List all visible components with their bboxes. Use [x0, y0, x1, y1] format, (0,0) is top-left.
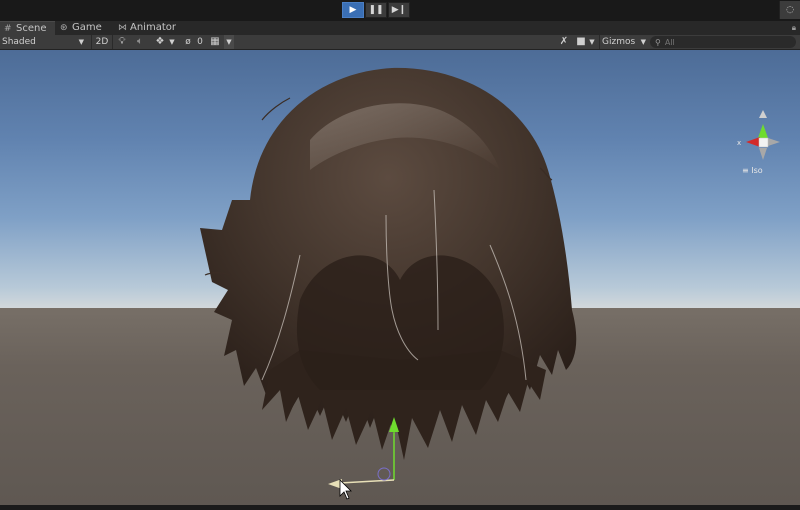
- animator-icon: ⋈: [118, 23, 127, 33]
- cloud-button[interactable]: ◌: [779, 1, 800, 19]
- grid-icon: #: [4, 24, 12, 34]
- projection-toggle[interactable]: ≡ Iso: [742, 166, 763, 175]
- scene-orientation-gizmo[interactable]: x: [728, 106, 800, 178]
- play-button[interactable]: ▶: [342, 2, 364, 18]
- gizmos-dropdown[interactable]: Gizmos ▼: [599, 35, 648, 49]
- gizmo-x-label: x: [737, 139, 741, 147]
- editor-tabs: # Scene ⊛ Game ⋈ Animator 🔒︎: [0, 21, 800, 35]
- search-icon: ⚲: [655, 37, 661, 47]
- scene-toolbar: Shaded ▼ 2D 💡︎ 🔈︎ ❖ ▼ ø 0 ▦ ▼ ✗ ■ ▼ Gizm…: [0, 35, 800, 50]
- tools-icon[interactable]: ✗: [557, 35, 571, 49]
- gizmos-label: Gizmos: [602, 37, 636, 47]
- chevron-down-icon: ▼: [640, 38, 646, 46]
- gizmo-y-cone: [758, 124, 768, 138]
- play-toolbar: ▶ ❚❚ ▶❙ ◌: [0, 0, 800, 21]
- gizmo-neg-y-cone: [759, 148, 767, 160]
- search-input[interactable]: [664, 36, 775, 48]
- hidden-objects-icon[interactable]: ø: [181, 35, 195, 49]
- scene-viewport[interactable]: x ≡ Iso: [0, 50, 800, 505]
- pause-button[interactable]: ❚❚: [365, 2, 387, 18]
- z-axis-handle: [377, 467, 391, 481]
- play-icon: ▶: [349, 5, 357, 15]
- hidden-objects-count: 0: [197, 37, 203, 47]
- scene-search[interactable]: ⚲: [650, 36, 796, 48]
- tab-game[interactable]: ⊛ Game: [56, 21, 114, 35]
- gizmo-neg-x-cone: [768, 138, 780, 146]
- shading-mode-label: Shaded: [2, 37, 36, 47]
- camera-dropdown-icon[interactable]: ▼: [588, 35, 596, 49]
- effects-dropdown-icon[interactable]: ▼: [168, 35, 176, 49]
- grid-dropdown-icon[interactable]: ▼: [224, 35, 234, 49]
- chevron-down-icon: ▼: [78, 38, 84, 46]
- gizmo-top-cone: [759, 110, 767, 118]
- gizmo-x-cone: [746, 137, 760, 147]
- pause-icon: ❚❚: [368, 5, 384, 15]
- x-axis-handle: [339, 479, 395, 484]
- gamepad-icon: ⊛: [60, 23, 68, 33]
- cloud-icon: ◌: [786, 5, 794, 15]
- audio-toggle-icon[interactable]: 🔈︎: [134, 35, 146, 49]
- projection-icon: ≡: [742, 166, 749, 175]
- tab-scene-label: Scene: [16, 23, 47, 34]
- lock-icon[interactable]: 🔒︎: [792, 21, 796, 35]
- tab-scene[interactable]: # Scene: [0, 21, 55, 35]
- shading-mode-dropdown[interactable]: Shaded ▼: [2, 35, 86, 49]
- hair-model[interactable]: [0, 50, 800, 505]
- step-button[interactable]: ▶❙: [388, 2, 410, 18]
- camera-icon[interactable]: ■: [575, 35, 587, 49]
- status-bar: [0, 505, 800, 510]
- lighting-toggle-icon[interactable]: 💡︎: [116, 35, 128, 49]
- gizmo-center-cube: [758, 137, 769, 148]
- effects-toggle-icon[interactable]: ❖: [153, 35, 167, 49]
- 2d-toggle-button[interactable]: 2D: [91, 35, 113, 49]
- tab-animator-label: Animator: [130, 22, 176, 33]
- tab-animator[interactable]: ⋈ Animator: [114, 21, 184, 35]
- projection-label: Iso: [751, 166, 763, 175]
- step-icon: ▶❙: [391, 5, 407, 15]
- grid-toggle-icon[interactable]: ▦: [208, 35, 222, 49]
- tab-game-label: Game: [72, 22, 102, 33]
